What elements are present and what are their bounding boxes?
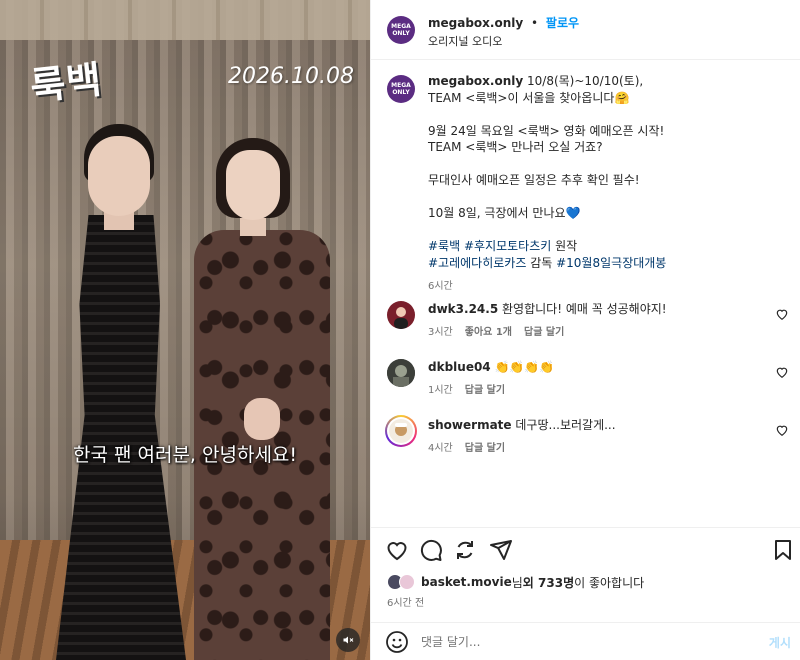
add-comment-bar: 게시 [371,622,800,660]
hashtag-link[interactable]: #룩백 [428,239,460,253]
liker-username[interactable]: basket.movie [421,575,512,589]
author-username[interactable]: megabox.only [428,16,523,30]
post-header: MEGA ONLY megabox.only • 팔로우 오리지널 오디오 [371,0,800,60]
person-left-face [88,136,150,216]
separator-dot: • [531,16,539,30]
caption-line [428,222,778,239]
comment-text: 👏👏👏👏 [494,360,555,374]
comment-item: showermate 데구땅...보러갈게... 4시간 답글 달기 [385,415,789,461]
likes-suffix2: 이 좋아합니다 [574,575,645,590]
author-avatar[interactable]: MEGA ONLY [387,16,415,44]
caption-line [428,106,778,123]
commenter-avatar[interactable] [387,359,415,387]
post-media[interactable]: 룩백 2026.10.08 한국 팬 여러분, 안녕하세요! [0,0,370,660]
comment-username[interactable]: showermate [428,418,512,432]
comment-meta: 1시간 답글 달기 [428,381,517,396]
hashtag-link[interactable]: #후지모토타츠키 [464,239,551,253]
comment-text-row: dwk3.24.5 환영합니다! 예매 꼭 성공해야지! [428,301,748,317]
person-right-face [226,150,280,220]
comment-time: 3시간 [428,327,453,338]
media-date-overlay: 2026.10.08 [228,64,354,89]
commenter-avatar[interactable] [385,415,417,447]
action-bar [371,527,800,572]
post-panel: MEGA ONLY megabox.only • 팔로우 오리지널 오디오 ME… [370,0,800,660]
caption-line: 무대인사 예매오픈 일정은 추후 확인 필수! [428,173,640,187]
avatar-text-bottom: ONLY [392,30,410,37]
reply-button[interactable]: 답글 달기 [524,327,564,338]
share-paperplane-icon[interactable] [489,538,513,562]
caption-line: TEAM <룩백> 만나러 오실 거죠? [428,140,603,154]
caption-line: megabox.only 10/8(목)~10/10(토), [428,73,778,90]
comment-time: 1시간 [428,385,453,396]
comment-time: 4시간 [428,443,453,454]
liker-avatar [399,574,415,590]
comment-item: dwk3.24.5 환영합니다! 예매 꼭 성공해야지! 3시간 좋아요 1개 답글… [387,301,789,345]
avatar-image [387,359,415,387]
post-time: 6시간 전 [387,598,425,609]
comment-item: dkblue04 👏👏👏👏 1시간 답글 달기 [387,359,789,403]
hashtag-line: #고레에다히로카즈 감독 #10월8일극장대개봉 [428,255,778,272]
commenter-avatar[interactable] [387,301,415,329]
comment-meta: 4시간 답글 달기 [428,439,517,454]
hashtag-line: #룩백 #후지모토타츠키 원작 [428,238,778,255]
heart-icon[interactable] [775,423,789,437]
comment-text-row: showermate 데구땅...보러갈게... [428,417,748,433]
caption-line: 9월 24일 목요일 <룩백> 영화 예매오픈 시작! [428,123,665,138]
caption-body: megabox.only 10/8(목)~10/10(토), TEAM <룩백>… [428,73,778,296]
heart-icon[interactable] [775,307,789,321]
likes-count[interactable]: 외 733명 [523,574,574,591]
likes-summary[interactable]: basket.movie 님 외 733명 이 좋아합니다 [387,572,644,592]
caption-time: 6시간 [428,281,453,292]
avatar-image [394,307,408,329]
caption-avatar[interactable]: MEGA ONLY [387,75,415,103]
likes-suffix1: 님 [511,575,523,590]
avatar-image [387,417,415,445]
bookmark-icon[interactable] [771,538,795,562]
comments-scroll-area[interactable]: MEGA ONLY megabox.only 10/8(목)~10/10(토),… [371,61,800,527]
hashtag-suffix: 원작 [551,239,578,253]
emoji-icon[interactable] [385,630,409,654]
comment-bubble-icon[interactable] [419,538,443,562]
audio-label[interactable]: 오리지널 오디오 [428,33,502,49]
avatar-text-top: MEGA [391,82,411,89]
media-title-overlay: 룩백 [28,57,105,109]
comment-text: 데구땅...보러갈게... [515,418,616,432]
comment-username[interactable]: dkblue04 [428,360,491,374]
header-user-row: megabox.only • 팔로우 [428,14,579,31]
mute-button[interactable] [336,628,360,652]
comment-username[interactable]: dwk3.24.5 [428,302,498,316]
post-comment-button[interactable]: 게시 [769,634,791,651]
caption-username[interactable]: megabox.only [428,74,523,88]
comment-likes[interactable]: 좋아요 1개 [465,327,512,338]
caption-line [428,156,778,173]
hashtag-mid: 감독 [526,255,557,270]
comment-meta: 3시간 좋아요 1개 답글 달기 [428,323,576,338]
avatar-text-bottom: ONLY [392,89,410,96]
person-right-hands [244,398,280,440]
comment-text-row: dkblue04 👏👏👏👏 [428,359,748,375]
hashtag-link[interactable]: #10월8일극장대개봉 [556,256,666,270]
hashtag-link[interactable]: #고레에다히로카즈 [428,256,526,270]
reply-button[interactable]: 답글 달기 [465,443,505,454]
avatar-text-top: MEGA [391,23,411,30]
media-subtitle: 한국 팬 여러분, 안녕하세요! [72,444,298,466]
like-heart-icon[interactable] [385,538,409,562]
caption-text: 10/8(목)~10/10(토), [523,74,644,88]
heart-icon[interactable] [775,365,789,379]
curtain-valance [0,0,370,40]
comment-text: 환영합니다! 예매 꼭 성공해야지! [502,302,667,316]
speaker-muted-icon [343,636,354,644]
repost-icon[interactable] [453,538,477,562]
caption-line: 10월 8일, 극장에서 만나요💙 [428,206,581,220]
caption-line: TEAM <룩백>이 서울을 찾아옵니다🤗 [428,90,630,105]
follow-button[interactable]: 팔로우 [546,16,579,30]
caption-line [428,189,778,206]
reply-button[interactable]: 답글 달기 [465,385,505,396]
comment-input[interactable] [421,630,741,654]
